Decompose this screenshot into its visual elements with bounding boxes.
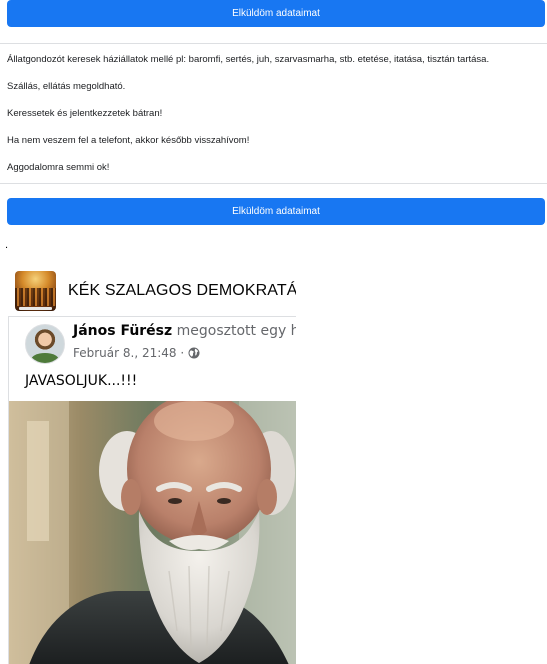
divider-bottom (0, 183, 547, 184)
shared-text: megosztott egy hiva (176, 323, 296, 339)
ad-paragraph-1: Állatgondozót keresek háziállatok mellé … (7, 54, 490, 65)
post-meta: Február 8., 21:48 · (73, 346, 200, 360)
social-post: KÉK SZALAGOS DEMOKRATÁK János Fürész meg… (0, 266, 296, 664)
post-text: JAVASOLJUK...!!! (25, 373, 138, 389)
submit-button-top[interactable]: Elküldöm adataimat (7, 0, 545, 27)
group-avatar[interactable] (15, 271, 56, 311)
ad-paragraph-2: Szállás, ellátás megoldható. (7, 81, 126, 92)
globe-icon (188, 347, 200, 359)
author-name-link[interactable]: János Fürész (73, 323, 172, 339)
author-avatar[interactable] (25, 324, 65, 364)
submit-button-bottom[interactable]: Elküldöm adataimat (7, 198, 545, 225)
ad-paragraph-4: Ha nem veszem fel a telefont, akkor késő… (7, 135, 250, 146)
post-photo[interactable] (9, 401, 296, 664)
shared-post-card: János Fürész megosztott egy hiva Február… (8, 316, 296, 664)
author-line: János Fürész megosztott egy hiva (73, 323, 296, 339)
bearded-man-photo (9, 401, 296, 664)
group-name-link[interactable]: KÉK SZALAGOS DEMOKRATÁK (68, 282, 296, 300)
post-date-link[interactable]: Február 8., 21:48 · (73, 346, 184, 360)
ad-paragraph-5: Aggodalomra semmi ok! (7, 162, 110, 173)
separator-dot: . (5, 239, 9, 251)
divider-top (0, 43, 547, 44)
ad-paragraph-3: Keressetek és jelentkezzetek bátran! (7, 108, 163, 119)
